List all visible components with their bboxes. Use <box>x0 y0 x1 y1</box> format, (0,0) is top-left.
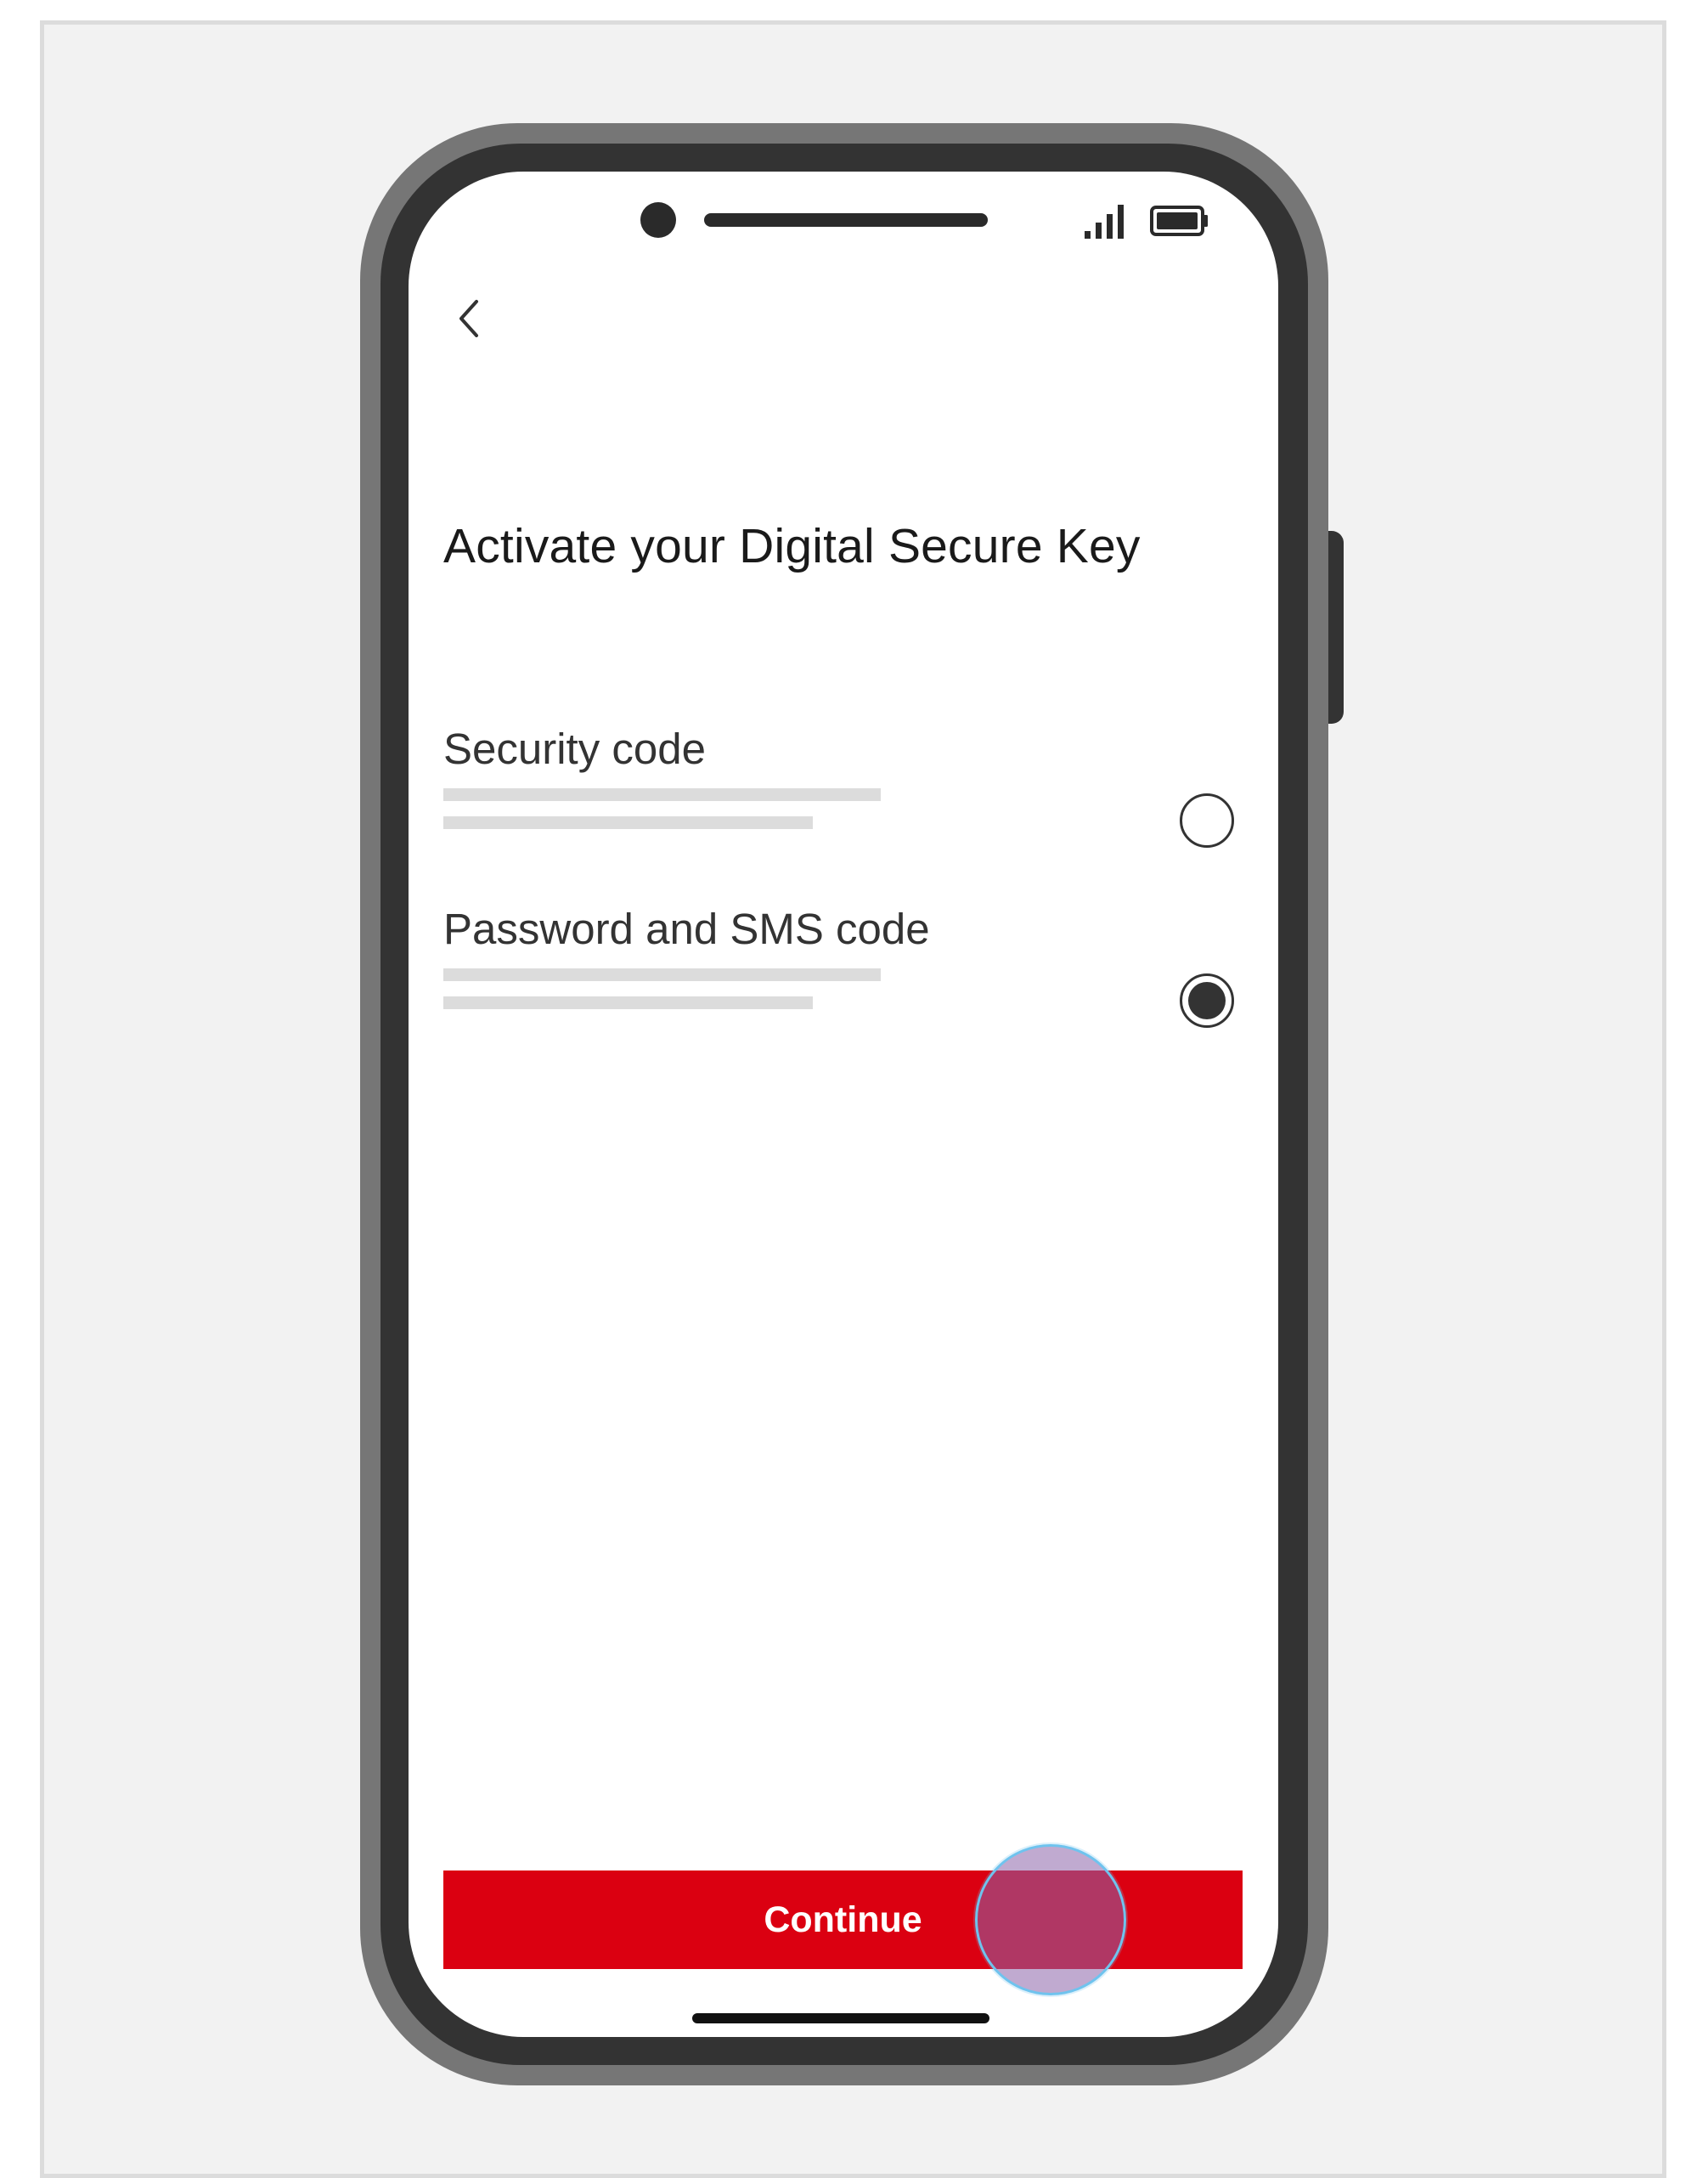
option-security-code[interactable]: Security code <box>409 724 1278 868</box>
option-label: Password and SMS code <box>443 905 930 953</box>
phone-screen: Activate your Digital Secure Key Securit… <box>409 172 1278 2037</box>
radio-selected-dot <box>1188 982 1226 1019</box>
page-title: Activate your Digital Secure Key <box>443 519 1141 573</box>
description-placeholder <box>443 968 881 981</box>
radio-security-code[interactable] <box>1180 793 1234 848</box>
home-indicator <box>692 2013 989 2023</box>
back-button[interactable] <box>443 286 497 346</box>
description-placeholder <box>443 816 813 829</box>
tap-indicator <box>975 1844 1126 1995</box>
radio-password-sms-code[interactable] <box>1180 973 1234 1028</box>
signal-icon <box>1085 205 1124 239</box>
option-password-sms-code[interactable]: Password and SMS code <box>409 904 1278 1048</box>
camera-icon <box>640 202 676 238</box>
battery-icon <box>1150 206 1208 236</box>
description-placeholder <box>443 788 881 801</box>
speaker-grille <box>704 213 988 227</box>
description-placeholder <box>443 996 813 1009</box>
option-label: Security code <box>443 725 706 773</box>
chevron-left-icon <box>459 300 478 337</box>
